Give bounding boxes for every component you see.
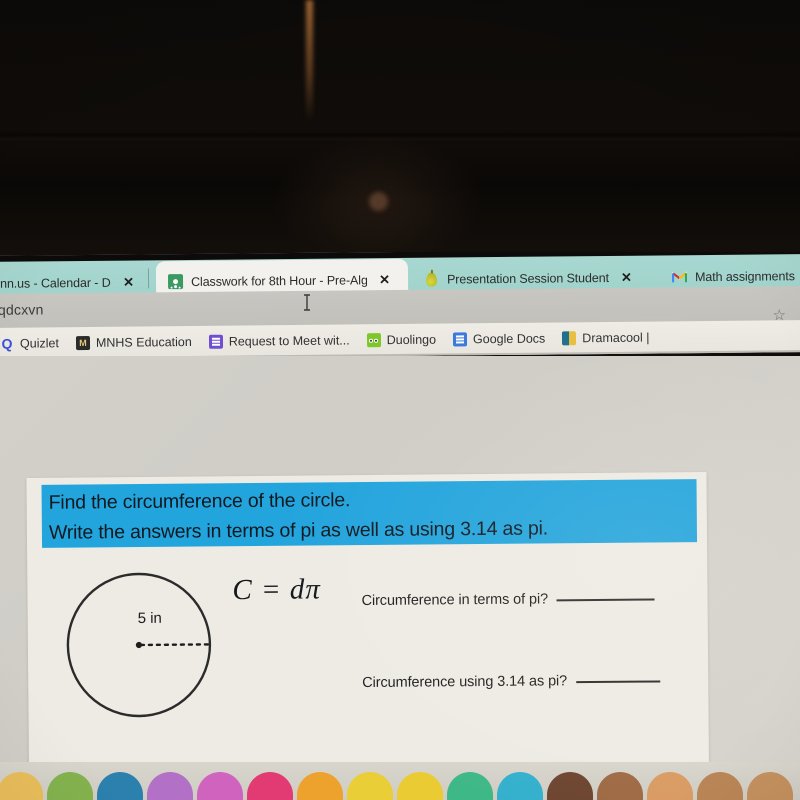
marker-cap bbox=[197, 772, 243, 800]
marker-cap bbox=[247, 772, 293, 800]
tab-title: Presentation Session Student bbox=[446, 270, 609, 287]
tab-title: Math assignments bbox=[694, 268, 795, 284]
bookmark-duolingo[interactable]: Duolingo bbox=[366, 332, 437, 348]
bookmark-request-to-meet[interactable]: Request to Meet wit... bbox=[208, 333, 350, 349]
banner-line-2: Write the answers in terms of pi as well… bbox=[48, 517, 549, 544]
radius-label: 5 in bbox=[137, 609, 162, 628]
colored-markers-strip bbox=[0, 762, 800, 800]
question-text: Circumference using 3.14 as pi? bbox=[362, 673, 568, 692]
tab-title: Classwork for 8th Hour - Pre-Alg bbox=[190, 272, 368, 289]
pear-deck-icon bbox=[424, 272, 439, 287]
gmail-icon bbox=[671, 269, 688, 284]
question-banner: Find the circumference of the circle. Wr… bbox=[41, 479, 698, 548]
page-content-area: Find the circumference of the circle. Wr… bbox=[0, 356, 800, 770]
marker-cap bbox=[697, 772, 743, 800]
quizlet-icon: Q bbox=[1, 335, 13, 352]
bookmark-label: Duolingo bbox=[386, 332, 437, 348]
browser-window: nn.us - Calendar - De ✕ Classwork for 8t… bbox=[0, 252, 800, 770]
marker-cap bbox=[647, 772, 693, 800]
bookmark-mnhs-education[interactable]: M MNHS Education bbox=[75, 334, 192, 351]
text-cursor-icon bbox=[302, 294, 312, 311]
bookmark-label: MNHS Education bbox=[95, 334, 192, 350]
circle-diagram: 5 in bbox=[65, 568, 218, 721]
question-text: Circumference in terms of pi? bbox=[361, 591, 549, 610]
photograph-of-laptop-screen: nn.us - Calendar - De ✕ Classwork for 8t… bbox=[0, 0, 800, 800]
marker-cap bbox=[47, 772, 93, 800]
marker-cap bbox=[0, 772, 43, 800]
dark-background bbox=[0, 0, 800, 258]
question-row-2: Circumference using 3.14 as pi? bbox=[362, 672, 661, 692]
marker-cap bbox=[747, 772, 793, 800]
tab-separator bbox=[147, 268, 150, 289]
answer-blank[interactable] bbox=[557, 598, 656, 602]
bookmark-google-docs[interactable]: Google Docs bbox=[452, 331, 546, 347]
bookmark-dramacool[interactable]: Dramacool | bbox=[562, 330, 650, 346]
bookmark-label: Quizlet bbox=[19, 336, 59, 351]
close-icon[interactable]: ✕ bbox=[621, 270, 632, 285]
laptop-bezel-seam bbox=[0, 132, 800, 140]
bookmark-label: Google Docs bbox=[472, 331, 546, 347]
answer-blank[interactable] bbox=[576, 680, 661, 684]
marker-cap bbox=[297, 772, 343, 800]
marker-cap bbox=[97, 772, 143, 800]
bookmark-label: Dramacool | bbox=[582, 330, 650, 346]
bookmark-star-icon[interactable]: ☆ bbox=[773, 306, 786, 324]
google-forms-icon bbox=[208, 334, 223, 349]
google-docs-icon bbox=[452, 332, 468, 347]
mnhs-icon: M bbox=[75, 335, 90, 351]
bookmark-label: Request to Meet wit... bbox=[228, 333, 350, 349]
light-streak bbox=[306, 0, 313, 122]
dramacool-icon bbox=[562, 331, 577, 346]
bookmark-quizlet[interactable]: Q Quizlet bbox=[0, 335, 59, 352]
marker-cap bbox=[397, 772, 443, 800]
question-row-1: Circumference in terms of pi? bbox=[361, 590, 656, 610]
tab-title: nn.us - Calendar - De bbox=[0, 275, 112, 291]
marker-cap bbox=[547, 772, 593, 800]
dim-light-dot bbox=[369, 192, 388, 211]
address-bar-text: qdcxvn bbox=[0, 301, 44, 318]
marker-cap bbox=[447, 772, 493, 800]
google-classroom-icon bbox=[167, 274, 184, 290]
circumference-formula: C = dπ bbox=[232, 573, 322, 607]
marker-cap bbox=[347, 772, 393, 800]
duolingo-icon bbox=[366, 333, 381, 348]
close-icon[interactable]: ✕ bbox=[123, 275, 134, 290]
marker-cap bbox=[497, 772, 543, 800]
close-icon[interactable]: ✕ bbox=[379, 272, 390, 287]
pear-deck-slide[interactable]: Find the circumference of the circle. Wr… bbox=[26, 472, 710, 770]
marker-cap bbox=[597, 772, 643, 800]
marker-cap bbox=[147, 772, 193, 800]
